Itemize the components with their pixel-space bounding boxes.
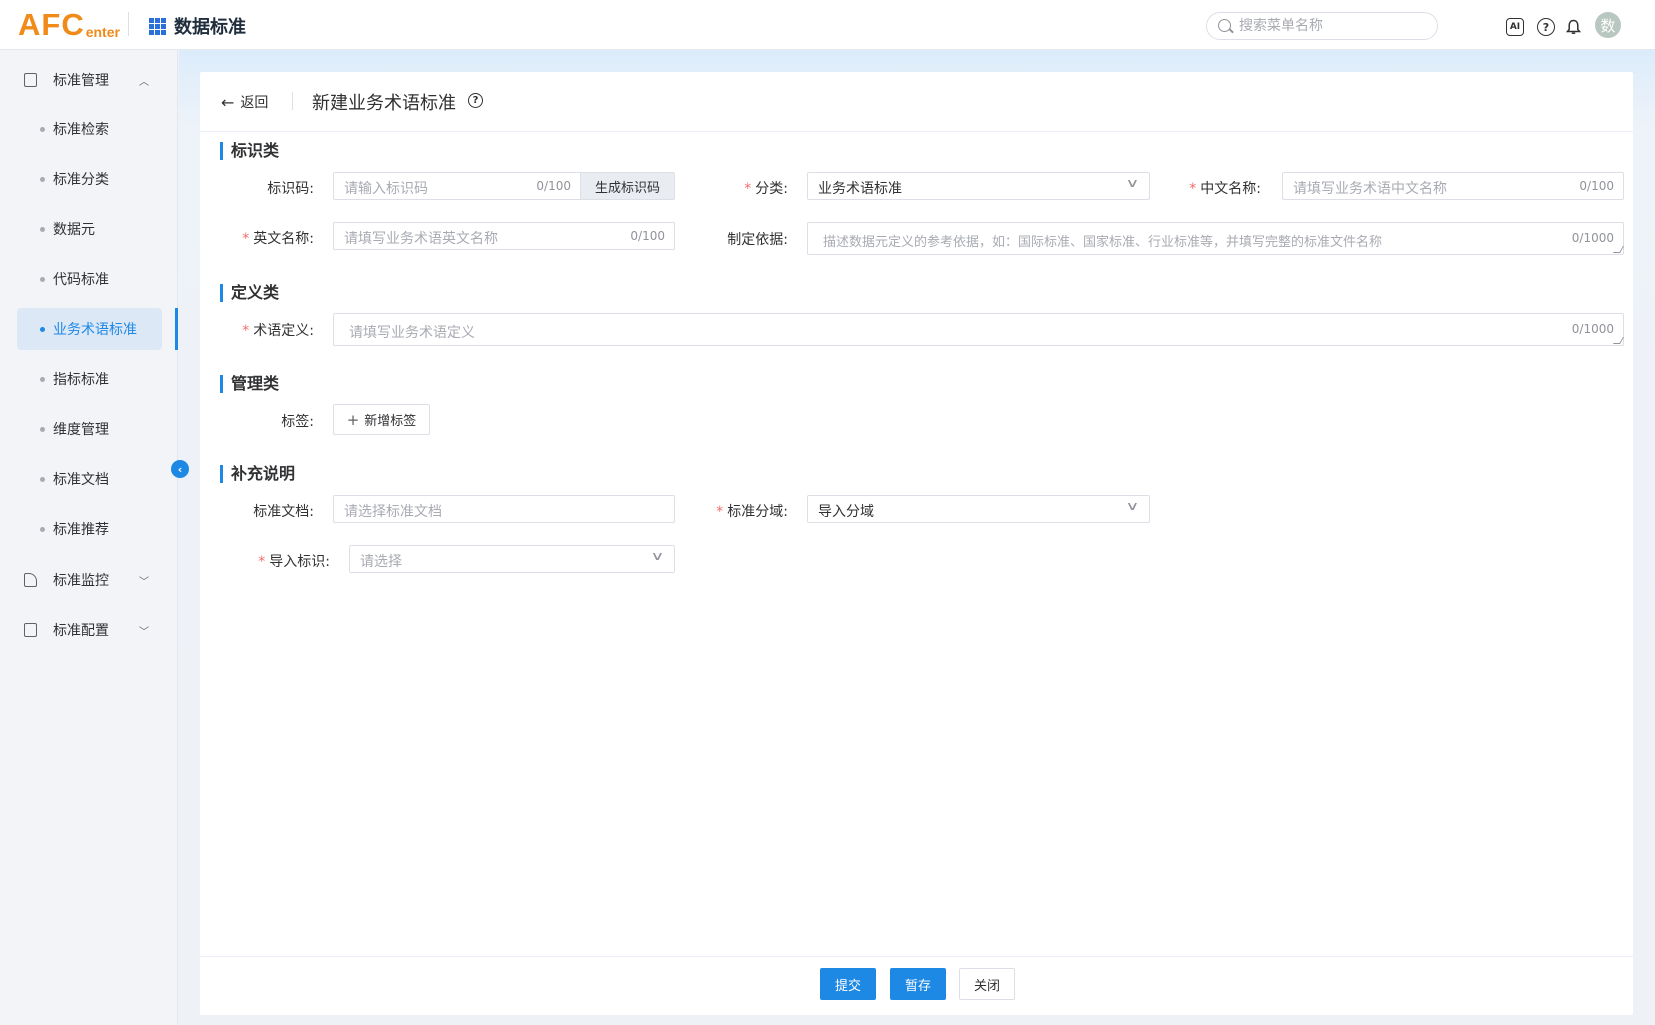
chevron-down-icon: ∨: [650, 549, 665, 563]
import-flag-label: * 导入标识:: [258, 554, 330, 570]
sidebar-item-data-element[interactable]: 数据元: [17, 208, 162, 250]
sidebar-collapse-icon[interactable]: ‹: [171, 460, 189, 478]
back-button[interactable]: ← 返回: [221, 92, 268, 112]
domain-select[interactable]: 导入分域 ∨: [807, 495, 1150, 523]
bullet-icon: [40, 326, 45, 332]
doc-input[interactable]: 请选择标准文档: [333, 495, 675, 523]
bullet-icon: [40, 526, 45, 532]
page-header: ← 返回 新建业务术语标准 ?: [200, 72, 1633, 132]
sidebar-item-standard-doc[interactable]: 标准文档: [17, 458, 162, 500]
bullet-icon: [40, 426, 45, 432]
chevron-down-icon: ﹀: [139, 576, 149, 588]
page-title: 新建业务术语标准: [312, 93, 456, 114]
sidebar-item-dimension[interactable]: 维度管理: [17, 408, 162, 450]
add-tag-button[interactable]: + 新增标签: [333, 404, 430, 435]
doc-label: 标准文档:: [253, 504, 314, 520]
domain-label: * 标准分域:: [716, 504, 788, 520]
basis-label: 制定依据:: [727, 232, 788, 248]
bullet-icon: [40, 176, 45, 182]
arrow-left-icon: ←: [221, 92, 235, 112]
section-identity: 标识类: [220, 142, 279, 160]
document-icon: [24, 73, 37, 87]
menu-group-standard-monitor[interactable]: 标准监控 ﹀: [0, 560, 178, 600]
submit-button[interactable]: 提交: [820, 968, 876, 1000]
save-draft-button[interactable]: 暂存: [890, 968, 946, 1000]
bullet-icon: [40, 126, 45, 132]
category-select[interactable]: 业务术语标准 ∨: [807, 172, 1150, 200]
menu-group-standard-management[interactable]: 标准管理 ︿: [0, 60, 178, 100]
import-flag-select[interactable]: 请选择 ∨: [349, 545, 675, 573]
section-management: 管理类: [220, 375, 279, 393]
sidebar-item-standard-search[interactable]: 标准检索: [17, 108, 162, 150]
menu-search-input[interactable]: [1239, 16, 1429, 36]
chevron-down-icon: ∨: [1125, 176, 1140, 190]
active-indicator: [175, 308, 178, 350]
definition-textarea[interactable]: 请填写业务术语定义 0/1000: [333, 313, 1625, 346]
chevron-down-icon: ∨: [1125, 499, 1140, 513]
help-icon[interactable]: ?: [1537, 18, 1555, 36]
definition-label: * 术语定义:: [242, 323, 314, 339]
chevron-up-icon: ︿: [139, 76, 149, 88]
resize-handle-icon[interactable]: [1612, 337, 1625, 344]
close-button[interactable]: 关闭: [959, 968, 1015, 1000]
resize-handle-icon[interactable]: [1612, 246, 1625, 253]
section-definition: 定义类: [220, 284, 279, 302]
form-footer: 提交 暂存 关闭: [200, 956, 1633, 1015]
sidebar-item-business-term[interactable]: 业务术语标准: [17, 308, 162, 350]
sidebar: 标准管理 ︿ 标准检索 标准分类 数据元 代码标准 业务术语标准 指标标准 维度…: [0, 50, 178, 1025]
config-icon: [24, 623, 37, 637]
sidebar-item-metric-standard[interactable]: 指标标准: [17, 358, 162, 400]
sidebar-item-standard-category[interactable]: 标准分类: [17, 158, 162, 200]
ai-icon[interactable]: AI: [1506, 18, 1524, 36]
category-label: * 分类:: [744, 181, 788, 197]
tags-label: 标签:: [281, 414, 314, 430]
search-icon: [1218, 19, 1231, 32]
generate-code-button[interactable]: 生成标识码: [580, 173, 674, 199]
header-divider: [128, 12, 129, 36]
plus-icon: +: [346, 410, 360, 429]
form-card: ← 返回 新建业务术语标准 ? 标识类 标识码: 请输入标识码 0/100 生成…: [200, 72, 1633, 1015]
sidebar-item-code-standard[interactable]: 代码标准: [17, 258, 162, 300]
en-name-input[interactable]: 请填写业务术语英文名称 0/100: [333, 222, 675, 250]
header-divider: [292, 92, 293, 110]
basis-textarea[interactable]: 描述数据元定义的参考依据，如：国际标准、国家标准、行业标准等，并填写完整的标准文…: [807, 222, 1625, 255]
section-supplement: 补充说明: [220, 465, 295, 483]
app-title: 数据标准: [174, 17, 246, 38]
top-header: AFC enter 数据标准 AI ? 数: [0, 0, 1655, 50]
monitor-icon: [24, 573, 37, 587]
user-avatar[interactable]: 数: [1595, 12, 1621, 38]
question-icon[interactable]: ?: [468, 93, 483, 108]
chevron-down-icon: ﹀: [139, 626, 149, 638]
afc-logo[interactable]: AFC enter: [18, 6, 120, 42]
bell-icon[interactable]: [1564, 18, 1582, 36]
bullet-icon: [40, 276, 45, 282]
bullet-icon: [40, 226, 45, 232]
bullet-icon: [40, 476, 45, 482]
menu-search-box[interactable]: [1206, 12, 1438, 40]
en-name-label: * 英文名称:: [242, 231, 314, 247]
bullet-icon: [40, 376, 45, 382]
menu-group-standard-config[interactable]: 标准配置 ﹀: [0, 610, 178, 650]
cn-name-input[interactable]: 请填写业务术语中文名称 0/100: [1282, 172, 1624, 200]
code-label: 标识码:: [267, 181, 314, 197]
code-input[interactable]: 请输入标识码 0/100 生成标识码: [333, 172, 675, 200]
cn-name-label: * 中文名称:: [1189, 181, 1261, 197]
sidebar-item-standard-recommend[interactable]: 标准推荐: [17, 508, 162, 550]
app-grid-icon[interactable]: [149, 18, 166, 35]
